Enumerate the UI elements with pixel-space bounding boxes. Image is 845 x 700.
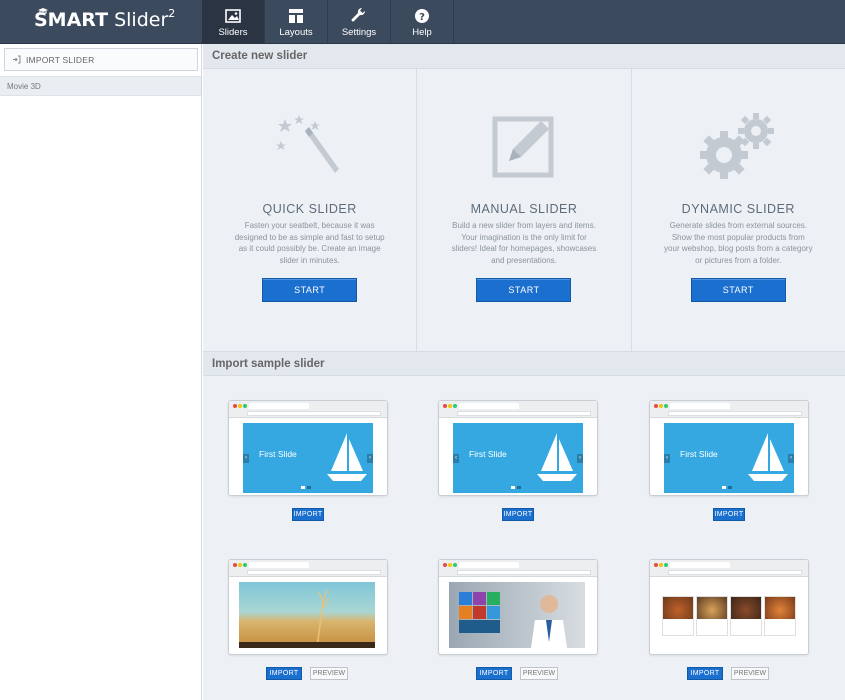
logo-main: SMART: [34, 9, 109, 31]
manual-slider-panel: MANUAL SLIDER Build a new slider from la…: [417, 69, 632, 351]
svg-text:?: ?: [419, 12, 425, 23]
quick-start-button[interactable]: START: [262, 278, 358, 302]
panel-title: MANUAL SLIDER: [470, 202, 578, 216]
tab-label: Help: [412, 27, 432, 38]
browser-frame[interactable]: First Slide ‹ ›: [438, 400, 598, 496]
wrench-icon: [351, 8, 366, 22]
import-button[interactable]: IMPORT: [713, 508, 745, 521]
tab-sliders[interactable]: Sliders: [202, 0, 265, 44]
slide-text: First Slide: [259, 449, 297, 459]
edit-icon: [492, 116, 554, 178]
wheat-field-image: [239, 582, 375, 648]
import-slider-label: IMPORT SLIDER: [26, 54, 95, 65]
gears-icon: [700, 113, 775, 179]
business-slide-image: [449, 582, 585, 648]
preview-button[interactable]: PREVIEW: [520, 667, 558, 680]
import-icon: [13, 55, 21, 64]
create-panels: QUICK SLIDER Fasten your seatbelt, becau…: [203, 69, 845, 351]
dynamic-start-button[interactable]: START: [690, 278, 786, 302]
prev-arrow-icon: ‹: [243, 454, 249, 463]
panel-title: DYNAMIC SLIDER: [681, 202, 795, 216]
sailboat-icon: [327, 433, 367, 481]
slide-text: First Slide: [469, 449, 507, 459]
sidebar-item-movie-3d[interactable]: Movie 3D: [0, 76, 201, 96]
sailboat-icon: [537, 433, 577, 481]
preview-button[interactable]: PREVIEW: [731, 667, 769, 680]
slide-preview: First Slide ‹ ›: [453, 423, 583, 493]
manual-start-button[interactable]: START: [476, 278, 572, 302]
logo-second: Slider: [114, 9, 169, 31]
prev-arrow-icon: ‹: [453, 454, 459, 463]
browser-frame[interactable]: [228, 559, 388, 655]
sailboat-icon: [748, 433, 788, 481]
main-nav: Sliders Layouts Settings ? Help: [202, 0, 454, 44]
prev-arrow-icon: ‹: [664, 454, 670, 463]
panel-description: Generate slides from external sources. S…: [664, 221, 813, 265]
import-button[interactable]: IMPORT: [476, 667, 512, 680]
sidebar-item-label: Movie 3D: [7, 81, 41, 91]
help-icon: ?: [415, 9, 429, 23]
tab-settings[interactable]: Settings: [328, 0, 391, 44]
slide-preview: First Slide ‹ ›: [243, 423, 373, 493]
import-button[interactable]: IMPORT: [292, 508, 324, 521]
quick-slider-panel: QUICK SLIDER Fasten your seatbelt, becau…: [203, 69, 418, 351]
panel-description: Build a new slider from layers and items…: [451, 221, 597, 265]
browser-frame[interactable]: First Slide ‹ ›: [228, 400, 388, 496]
top-bar: SMART Slider2 Sliders Layouts Settings ?…: [0, 0, 845, 44]
browser-frame[interactable]: [649, 559, 809, 655]
sidebar: IMPORT SLIDER Movie 3D: [0, 44, 202, 700]
tab-label: Layouts: [279, 27, 313, 38]
browser-frame[interactable]: [438, 559, 598, 655]
slide-preview: First Slide ‹ ›: [664, 423, 794, 493]
layouts-icon: [289, 9, 303, 23]
app-logo[interactable]: SMART Slider2: [34, 7, 176, 31]
browser-frame[interactable]: First Slide ‹ ›: [649, 400, 809, 496]
import-button[interactable]: IMPORT: [266, 667, 302, 680]
image-icon: [225, 9, 241, 23]
import-section-header: Import sample slider: [203, 351, 845, 376]
tab-label: Sliders: [218, 27, 248, 38]
slide-text: First Slide: [680, 449, 718, 459]
tab-help[interactable]: ? Help: [391, 0, 454, 44]
logo-sup: 2: [168, 7, 176, 20]
magic-wand-icon: [275, 115, 339, 173]
tab-label: Settings: [341, 27, 377, 38]
main-content: Create new slider QUICK SLIDER Fasten yo…: [203, 44, 845, 700]
import-button[interactable]: IMPORT: [687, 667, 723, 680]
food-carousel-image: [660, 582, 796, 648]
import-button[interactable]: IMPORT: [502, 508, 534, 521]
preview-button[interactable]: PREVIEW: [310, 667, 348, 680]
create-section-header: Create new slider: [203, 44, 845, 69]
tab-layouts[interactable]: Layouts: [265, 0, 328, 44]
panel-title: QUICK SLIDER: [262, 202, 357, 216]
dynamic-slider-panel: DYNAMIC SLIDER Generate slides from exte…: [632, 69, 845, 351]
panel-description: Fasten your seatbelt, because it was des…: [234, 221, 385, 265]
import-slider-button[interactable]: IMPORT SLIDER: [4, 48, 198, 71]
